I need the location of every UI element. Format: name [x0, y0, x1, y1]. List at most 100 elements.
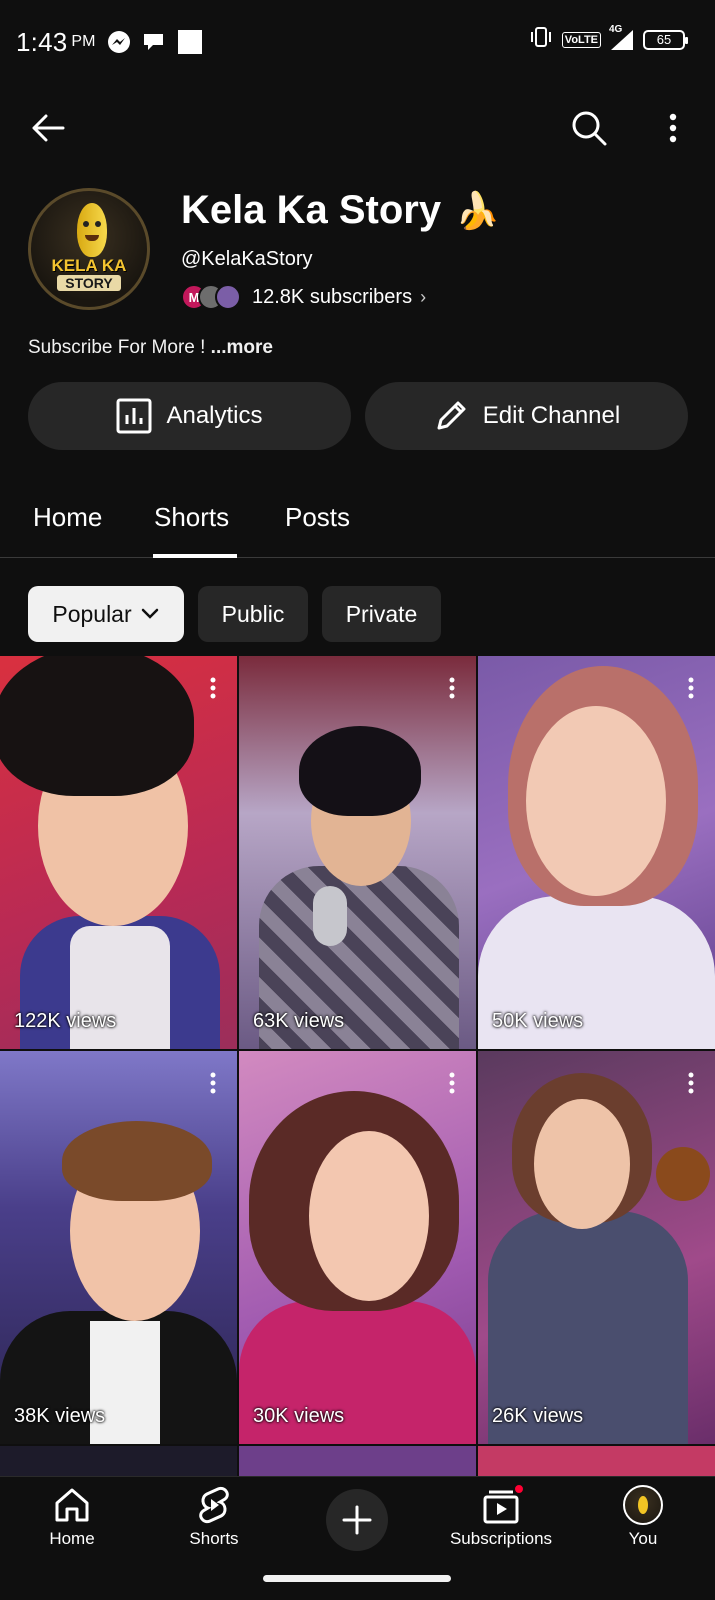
edit-channel-button[interactable]: Edit Channel [365, 382, 688, 450]
channel-name: Kela Ka Story 🍌 [181, 188, 500, 233]
analytics-button[interactable]: Analytics [28, 382, 351, 450]
status-ampm: PM [71, 33, 96, 50]
short-tile[interactable]: 122K views [0, 656, 237, 1049]
tab-posts[interactable]: Posts [285, 502, 350, 558]
short-tile[interactable]: 30K views [239, 1051, 476, 1444]
thumbnail-face [526, 706, 666, 896]
filter-chip-popular[interactable]: Popular [28, 586, 184, 642]
short-views: 50K views [492, 1010, 584, 1032]
messenger-icon [107, 30, 131, 54]
thumbnail-snack [656, 1147, 710, 1201]
short-tile[interactable] [239, 1446, 476, 1476]
nav-shorts[interactable]: Shorts [149, 1485, 279, 1549]
channel-tabs: Home Shorts Posts [0, 486, 715, 558]
nav-subscriptions[interactable]: Subscriptions [436, 1483, 566, 1549]
notification-dot [513, 1483, 525, 1495]
battery-icon: 65 [643, 29, 688, 50]
banana-emoji-icon: 🍌 [455, 189, 500, 231]
analytics-chart-icon [116, 398, 152, 434]
shorts-grid: 122K views 63K views 50K views 38K views… [0, 656, 715, 1476]
chevron-down-icon [141, 608, 158, 619]
notification-square-icon [177, 29, 203, 55]
channel-avatar[interactable]: KELA KA STORY [28, 188, 150, 310]
description-more-link[interactable]: ...more [211, 337, 273, 358]
short-tile[interactable]: 50K views [478, 656, 715, 1049]
vertical-dots-icon [688, 1072, 694, 1094]
short-tile[interactable]: 26K views [478, 1051, 715, 1444]
thumbnail-hair [0, 656, 194, 796]
status-bar: 1:43 PM VoLTE 4G 65 [0, 0, 715, 84]
plus-icon [342, 1505, 372, 1535]
banana-mascot-icon [77, 203, 107, 257]
you-avatar [623, 1485, 663, 1525]
status-time: 1:43 [16, 26, 68, 57]
thumbnail-hair [299, 726, 421, 816]
tab-home[interactable]: Home [33, 502, 102, 558]
short-tile[interactable] [0, 1446, 237, 1476]
nav-subscriptions-label: Subscriptions [449, 1529, 553, 1548]
vertical-dots-icon [669, 113, 677, 143]
filter-chip-public[interactable]: Public [198, 586, 308, 642]
short-tile[interactable] [478, 1446, 715, 1476]
create-button[interactable] [326, 1489, 388, 1551]
you-avatar-banana-icon [638, 1496, 648, 1514]
short-options-button[interactable] [203, 1069, 223, 1097]
vertical-dots-icon [449, 677, 455, 699]
shorts-icon [199, 1486, 229, 1524]
signal-icon: 4G [609, 24, 635, 52]
vibrate-icon [528, 26, 554, 53]
avatar-logo-text: KELA KA [51, 256, 127, 275]
vertical-dots-icon [449, 1072, 455, 1094]
vertical-dots-icon [210, 677, 216, 699]
short-tile[interactable]: 63K views [239, 656, 476, 1049]
channel-name-text: Kela Ka Story [181, 188, 442, 232]
pencil-icon [437, 401, 466, 430]
short-tile[interactable]: 38K views [0, 1051, 237, 1444]
short-options-button[interactable] [681, 1069, 701, 1097]
search-icon [572, 111, 607, 146]
nav-you[interactable]: You [578, 1485, 708, 1549]
channel-handle: @KelaKaStory [181, 248, 313, 270]
avatar-logo-subtext: STORY [57, 275, 121, 291]
short-options-button[interactable] [442, 674, 462, 702]
short-views: 122K views [14, 1010, 117, 1032]
back-button[interactable] [26, 106, 70, 150]
thumbnail-hair [62, 1121, 212, 1201]
subscriber-avatars: M [181, 284, 241, 310]
short-views: 63K views [253, 1010, 345, 1032]
subscriber-count: 12.8K subscribers [252, 285, 413, 308]
nav-you-label: You [628, 1529, 658, 1548]
thumbnail-face [534, 1099, 630, 1229]
edit-channel-button-label: Edit Channel [482, 402, 621, 429]
description-text: Subscribe For More ! [28, 337, 211, 358]
nav-home[interactable]: Home [7, 1485, 137, 1549]
home-indicator [263, 1575, 451, 1582]
chat-bubble-icon [141, 31, 167, 53]
volte-badge: VoLTE [561, 31, 601, 48]
filter-chip-private[interactable]: Private [322, 586, 441, 642]
back-arrow-icon [32, 114, 65, 142]
subscribers-row[interactable]: M 12.8K subscribers › [181, 283, 426, 311]
short-views: 38K views [14, 1405, 106, 1427]
active-tab-indicator [153, 554, 237, 558]
channel-description[interactable]: Subscribe For More ! ...more [28, 337, 273, 359]
more-options-button[interactable] [651, 106, 695, 150]
short-views: 26K views [492, 1405, 584, 1427]
tab-shorts[interactable]: Shorts [154, 502, 229, 558]
vertical-dots-icon [688, 677, 694, 699]
home-icon [55, 1488, 89, 1522]
vertical-dots-icon [210, 1072, 216, 1094]
nav-home-label: Home [49, 1529, 95, 1548]
filter-popular-label: Popular [52, 600, 132, 627]
short-options-button[interactable] [203, 674, 223, 702]
analytics-button-label: Analytics [166, 402, 263, 429]
subscriptions-icon-wrap [481, 1483, 525, 1525]
short-options-button[interactable] [681, 674, 701, 702]
search-button[interactable] [567, 106, 611, 150]
thumbnail-face [309, 1131, 429, 1301]
status-right-group: VoLTE 4G 65 [528, 24, 688, 53]
thumbnail-microphone [313, 886, 347, 946]
subscriber-avatar [215, 284, 241, 310]
short-options-button[interactable] [442, 1069, 462, 1097]
top-app-bar [0, 94, 715, 158]
